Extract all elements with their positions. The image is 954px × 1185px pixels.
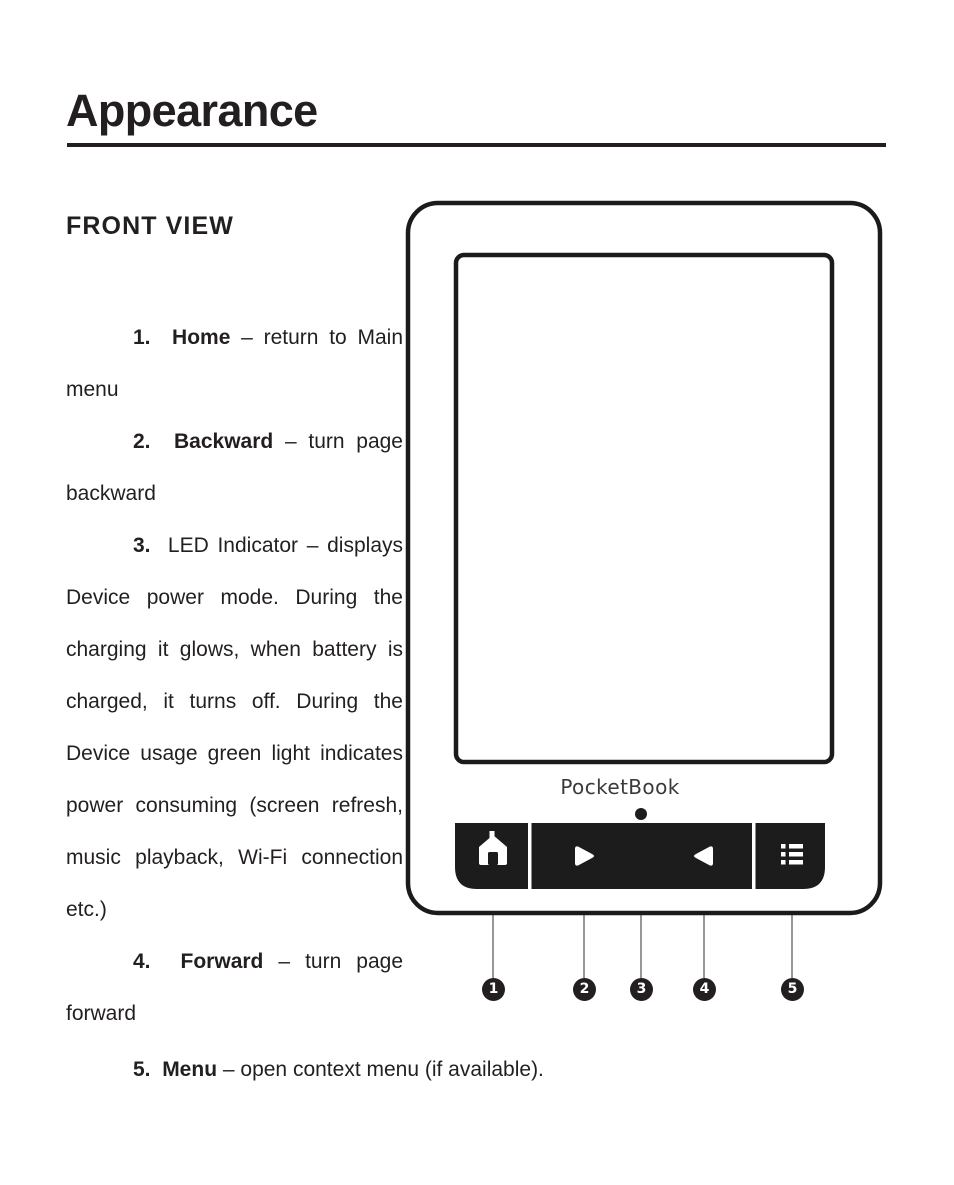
item-description: displays Device power mode. During the c… [66, 534, 403, 921]
menu-icon-dot-3 [781, 860, 786, 865]
item-dash: – [278, 950, 291, 973]
item-dash: – [284, 430, 297, 453]
list-item: 4. Forward – turn page forward [66, 936, 403, 1040]
button-bar [455, 823, 825, 889]
callout-badge-3: 3 [630, 978, 653, 1001]
callout-badge-1: 1 [482, 978, 505, 1001]
page-root: Appearance FRONT VIEW 1. Home – return t… [0, 0, 954, 1185]
home-icon-chimney [489, 831, 495, 838]
item-dash: – [222, 1058, 235, 1081]
list-menu-icon[interactable] [781, 844, 803, 865]
item-dash: – [241, 326, 253, 349]
menu-icon-dot-1 [781, 844, 786, 849]
menu-icon-bar-1 [789, 844, 803, 849]
list-item: 5. Menu – open context menu (if availabl… [66, 1048, 886, 1092]
title-divider [67, 143, 886, 147]
item-number: 3. [133, 534, 151, 557]
button-separator-left [528, 823, 532, 889]
item-term: Menu [162, 1058, 218, 1081]
device-screen [453, 252, 835, 765]
list-item: 1. Home – return to Main menu [66, 312, 403, 416]
list-item: 3. LED Indicator – displays Device power… [66, 520, 403, 936]
item-description: return to Main menu [66, 326, 404, 401]
led-indicator-dot [635, 808, 647, 820]
device-front-view-figure: PocketBook 1 2 3 4 5 [400, 195, 900, 1015]
item-term: Forward [180, 950, 264, 973]
menu-icon-bar-3 [789, 860, 803, 865]
menu-icon-bar-2 [789, 852, 803, 857]
callout-badge-4: 4 [693, 978, 716, 1001]
callout-badge-2: 2 [573, 978, 596, 1001]
callout-badge-5: 5 [781, 978, 804, 1001]
item-term: Home [172, 326, 231, 349]
item-dash: – [306, 534, 319, 557]
item-term: LED Indicator [167, 534, 299, 557]
body-text-column: 1. Home – return to Main menu 2. Backwar… [66, 312, 403, 1040]
device-illustration [405, 200, 883, 978]
item-number: 1. [133, 326, 151, 349]
item-number: 5. [133, 1058, 151, 1081]
item-description: open context menu (if available). [240, 1058, 544, 1081]
menu-icon-dot-2 [781, 852, 786, 857]
item-number: 2. [133, 430, 151, 453]
list-item: 2. Backward – turn page backward [66, 416, 403, 520]
button-separator-right [752, 823, 756, 889]
page-title: Appearance [66, 85, 318, 136]
section-heading: FRONT VIEW [66, 212, 234, 240]
brand-logo: PocketBook [560, 775, 680, 799]
item-number: 4. [133, 950, 151, 973]
item-term: Backward [173, 430, 274, 453]
home-icon-door [488, 852, 498, 865]
